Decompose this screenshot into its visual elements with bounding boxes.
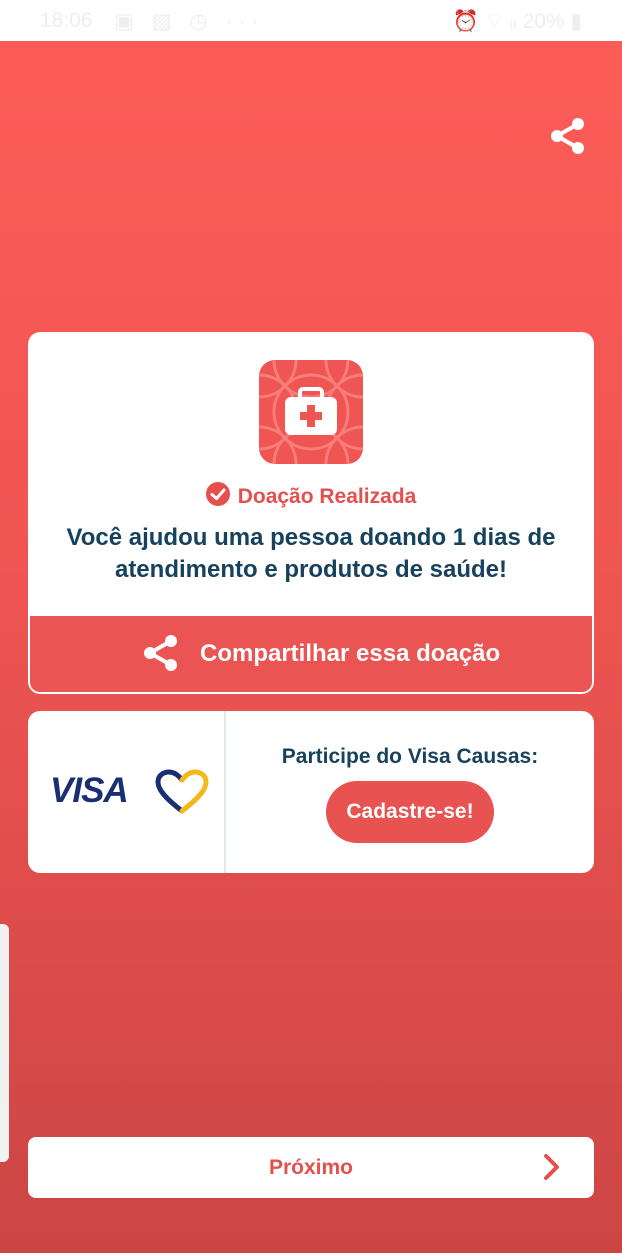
edge-panel-handle[interactable]	[0, 924, 9, 1162]
share-icon	[144, 635, 177, 671]
donation-card: Doação Realizada Você ajudou uma pessoa …	[28, 332, 594, 694]
visa-causas-card: VISA Participe do Visa Causas: Cadastre-…	[28, 711, 594, 873]
visa-logo-panel: VISA	[28, 711, 226, 873]
visa-causas-title: Participe do Visa Causas:	[281, 745, 539, 768]
check-circle-icon	[205, 482, 230, 506]
next-button[interactable]: Próximo	[28, 1137, 594, 1198]
medical-kit-icon	[259, 360, 363, 464]
donation-message: Você ajudou uma pessoa doando 1 dias de …	[66, 524, 556, 583]
status-time: 18:06	[40, 9, 93, 32]
share-donation-label: Compartilhar essa doação	[200, 640, 501, 667]
next-button-label: Próximo	[268, 1156, 354, 1179]
share-donation-button[interactable]: Compartilhar essa doação	[28, 616, 594, 694]
signup-button[interactable]: Cadastre-se!	[326, 781, 494, 843]
visa-logo: VISA	[50, 771, 129, 810]
status-bar: 18:06 ▣ ▨ ◷ ··· ⏰ ⌔ ᵢᵢ 20% ▮	[0, 0, 622, 41]
share-icon[interactable]	[548, 116, 588, 156]
screen: 18:06 ▣ ▨ ◷ ··· ⏰ ⌔ ᵢᵢ 20% ▮ Doação Real…	[0, 0, 622, 1253]
chevron-right-icon	[544, 1154, 559, 1180]
status-icons-right: ⏰ ⌔ ᵢᵢ 20% ▮	[452, 10, 582, 33]
status-icons-left: ▣ ▨ ◷ ···	[114, 10, 265, 33]
donation-status: Doação Realizada	[28, 482, 594, 509]
donation-status-label: Doação Realizada	[237, 485, 417, 508]
heart-icon	[155, 769, 209, 814]
